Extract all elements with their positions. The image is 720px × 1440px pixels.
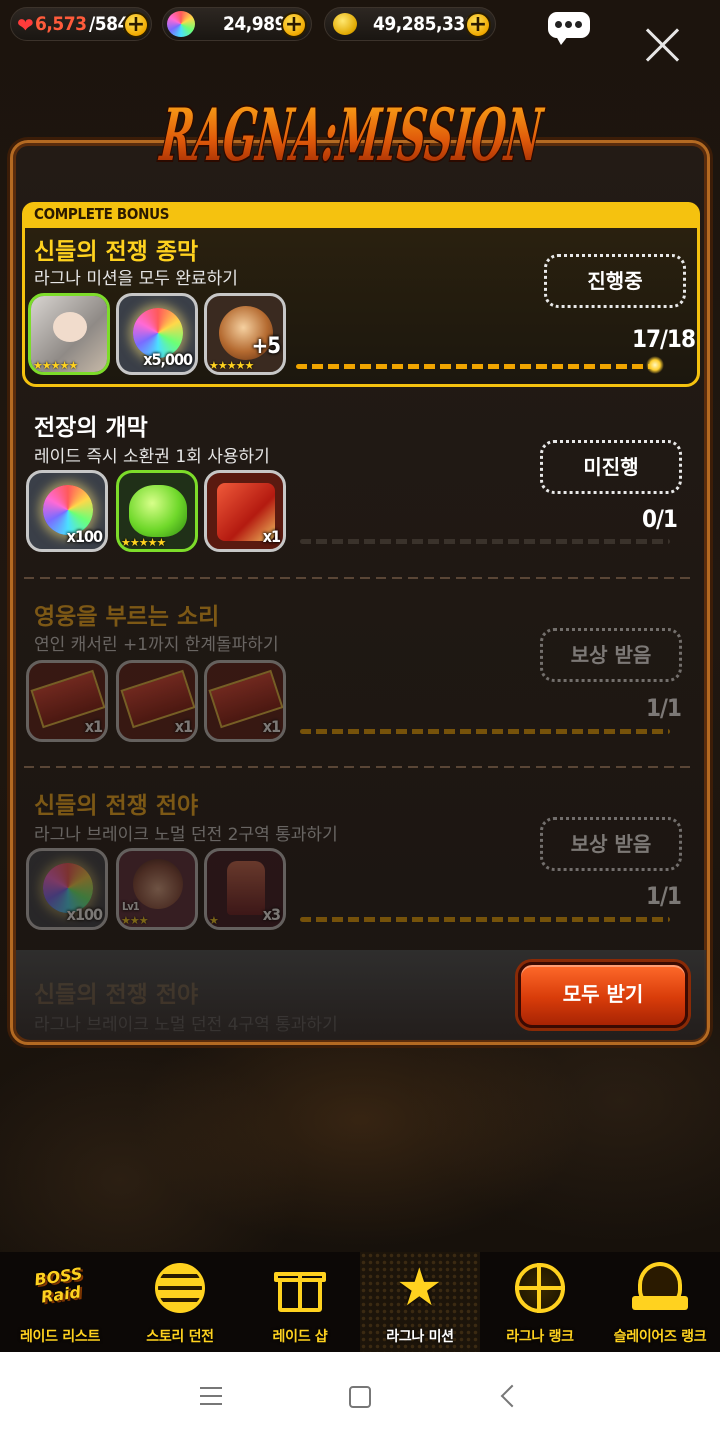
bonus-header: COMPLETE BONUS: [22, 202, 700, 228]
mission-progress: 17/18: [632, 325, 696, 353]
reward-qty: x100: [66, 905, 103, 924]
svg-text:RAGNA:MISSION: RAGNA:MISSION: [156, 93, 548, 178]
mission-title: 영웅을 부르는 소리: [34, 604, 220, 630]
reward-stars: ★★★: [121, 914, 149, 927]
mission-title: 신들의 전쟁 전야: [34, 793, 199, 819]
reward-trophy[interactable]: x3 ★: [204, 848, 286, 930]
system-navigation-bar: [0, 1352, 720, 1440]
gold-resource: 49,285,330 +: [324, 7, 496, 41]
reward-stars: ★: [209, 914, 219, 927]
nav-raid-list[interactable]: BOSS Raid 레이드 리스트: [0, 1252, 120, 1352]
nav-raid-shop[interactable]: 레이드 샵: [240, 1252, 360, 1352]
nav-label: 슬레이어즈 랭크: [613, 1329, 707, 1345]
mission-progress: 1/1: [646, 694, 682, 722]
reward-ticket[interactable]: x1: [116, 660, 198, 742]
reward-gems[interactable]: x5,000: [116, 293, 198, 375]
reward-hero-card[interactable]: ★★★★★: [28, 293, 110, 375]
trophy-icon: [227, 861, 265, 915]
mission-status-button[interactable]: 보상 받음: [540, 817, 682, 871]
progress-sparkle-icon: [646, 356, 664, 374]
nav-label: 레이드 리스트: [19, 1329, 101, 1345]
add-gold-button[interactable]: +: [465, 12, 491, 38]
gold-value: 49,285,330: [373, 13, 477, 35]
mission-progress-bar: [300, 539, 670, 544]
reward-ticket[interactable]: x1: [26, 660, 108, 742]
nav-label: 스토리 던전: [146, 1329, 214, 1345]
mission-star-icon: ★: [396, 1258, 443, 1318]
home-icon[interactable]: [349, 1386, 371, 1408]
ragna-mission-logo: RAGNA:MISSION: [150, 52, 570, 192]
logo-svg: RAGNA:MISSION: [154, 91, 550, 180]
reward-hero[interactable]: Lv1 ★★★: [116, 848, 198, 930]
collect-all-button[interactable]: 모두 받기: [518, 962, 688, 1028]
mission-progress-bar: [300, 729, 670, 734]
ghost-mission-title: 신들의 전쟁 전야: [34, 982, 199, 1008]
mission-progress: 0/1: [642, 505, 678, 533]
mission-progress-bar: [300, 917, 670, 922]
mission-separator: [24, 577, 696, 579]
gold-coin-icon: [333, 13, 357, 35]
reward-level: Lv1: [122, 900, 140, 913]
mission-desc: 라그나 브레이크 노멀 던전 2구역 통과하기: [34, 825, 338, 845]
add-hearts-button[interactable]: +: [123, 12, 149, 38]
reward-ticket[interactable]: x1: [204, 660, 286, 742]
reward-slime[interactable]: ★★★★★: [116, 470, 198, 552]
green-slime-icon: [129, 485, 187, 537]
reward-qty: x1: [262, 527, 281, 546]
mission-status-button[interactable]: 보상 받음: [540, 628, 682, 682]
boss-raid-icon: BOSS Raid: [33, 1263, 84, 1307]
chat-icon[interactable]: [548, 12, 590, 45]
reward-qty: x1: [84, 717, 103, 736]
hearts-value: 6,573: [35, 13, 87, 35]
nav-ragna-rank[interactable]: 라그나 랭크: [480, 1252, 600, 1352]
hero-portrait-icon: [133, 859, 183, 909]
mission-separator: [24, 766, 696, 768]
rainbow-gem-icon: [167, 11, 195, 37]
mission-status-button[interactable]: 진행중: [544, 254, 686, 308]
top-resource-bar: ❤ 6,573 /584 + 24,989 + 49,285,330 +: [0, 0, 720, 50]
gems-value: 24,989: [223, 13, 286, 35]
reward-weapon[interactable]: +5 ★★★★★: [204, 293, 286, 375]
mission-status-button[interactable]: 미진행: [540, 440, 682, 494]
reward-qty: x1: [174, 717, 193, 736]
gems-resource: 24,989 +: [162, 7, 312, 41]
add-gems-button[interactable]: +: [281, 12, 307, 38]
nav-slayers-rank[interactable]: 슬레이어즈 랭크: [600, 1252, 720, 1352]
reward-qty: x3: [262, 905, 281, 924]
nav-ragna-mission[interactable]: ★ 라그나 미션: [360, 1252, 480, 1352]
mission-desc: 라그나 미션을 모두 완료하기: [34, 269, 238, 289]
mission-progress-bar: [296, 364, 656, 369]
mission-desc: 연인 캐서린 +1까지 한계돌파하기: [34, 635, 279, 655]
reward-stars: ★★★★★: [209, 359, 254, 372]
bonus-header-label: COMPLETE BONUS: [34, 205, 170, 223]
nav-story-dungeon[interactable]: 스토리 던전: [120, 1252, 240, 1352]
close-icon[interactable]: [642, 25, 682, 65]
bottom-nav: BOSS Raid 레이드 리스트 스토리 던전 레이드 샵 ★ 라그나 미션 라…: [0, 1252, 720, 1352]
mission-desc: 레이드 즉시 소환권 1회 사용하기: [34, 447, 270, 467]
nav-label: 라그나 미션: [386, 1329, 454, 1345]
mission-title: 신들의 전쟁 종막: [34, 239, 199, 265]
ghost-mission-desc: 라그나 브레이크 노멀 던전 4구역 통과하기: [34, 1015, 338, 1035]
reward-qty: +5: [251, 334, 281, 359]
heart-icon: ❤: [17, 13, 34, 37]
mission-progress: 1/1: [646, 882, 682, 910]
nav-label: 라그나 랭크: [506, 1329, 574, 1345]
gift-icon: [272, 1260, 328, 1316]
reward-stars: ★★★★★: [121, 536, 166, 549]
reward-qty: x5,000: [143, 350, 193, 369]
mission-title: 전장의 개막: [34, 415, 148, 441]
slayers-rank-icon: [632, 1260, 688, 1316]
reward-gems[interactable]: x100: [26, 848, 108, 930]
recent-apps-icon[interactable]: [200, 1387, 222, 1405]
rank-globe-icon: [512, 1260, 568, 1316]
nav-label: 레이드 샵: [272, 1329, 328, 1345]
back-icon[interactable]: [500, 1384, 524, 1408]
reward-qty: x100: [66, 527, 103, 546]
reward-gems[interactable]: x100: [26, 470, 108, 552]
reward-qty: x1: [262, 717, 281, 736]
hearts-resource: ❤ 6,573 /584 +: [10, 7, 152, 41]
story-dungeon-icon: [152, 1260, 208, 1316]
reward-stars: ★★★★★: [33, 359, 78, 372]
reward-summon-box[interactable]: x1: [204, 470, 286, 552]
